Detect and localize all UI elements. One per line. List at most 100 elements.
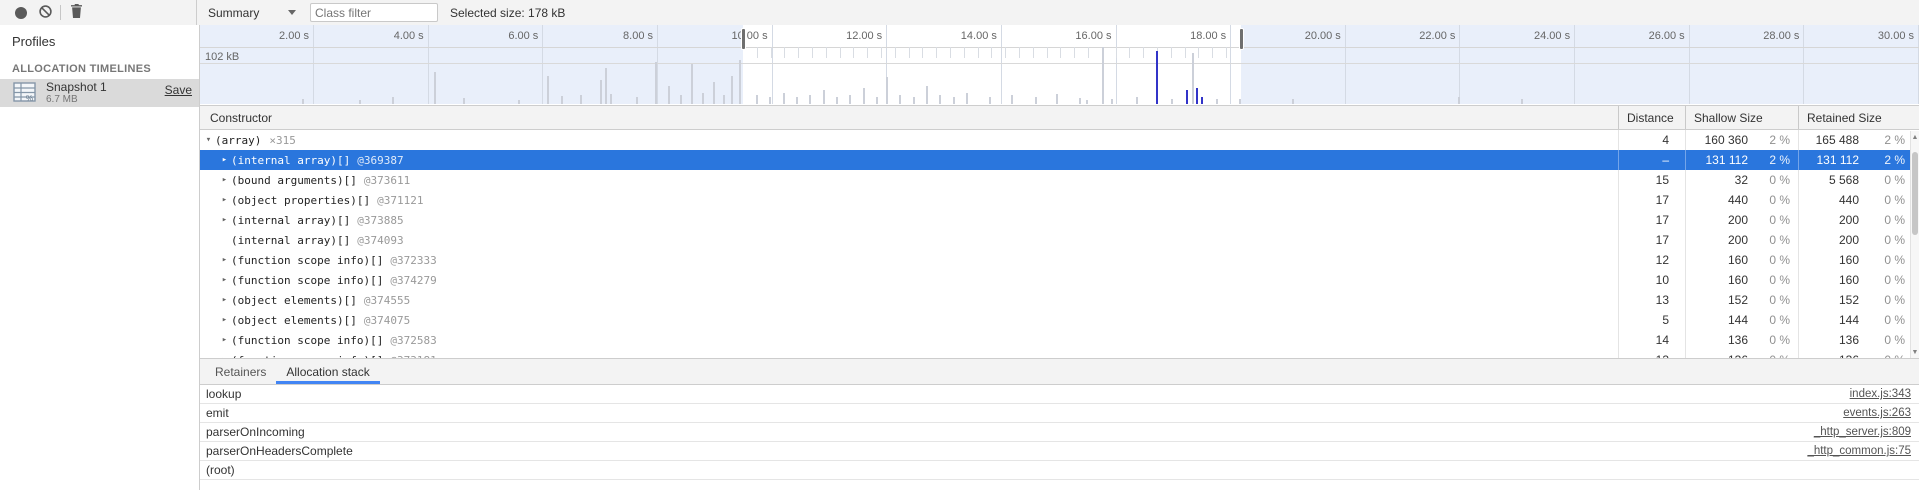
object-id: @374093 [357,234,403,247]
scrollbar-thumb[interactable] [1912,152,1918,235]
allocation-bar [1156,51,1158,104]
allocation-bar [913,97,915,104]
collapsed-arrow-icon[interactable]: ▸ [218,315,231,325]
retained-size-value: 5 568 [1799,173,1859,187]
column-header-retained-size[interactable]: Retained Size [1798,106,1919,129]
constructor-row[interactable]: ▾(array)×3154160 3602 %165 4882 % [200,130,1919,150]
shallow-size-value: 200 [1686,233,1748,247]
stack-frame-function: lookup [200,387,1850,401]
distance-cell: 13 [1618,290,1685,310]
constructor-row[interactable]: ▸(function scope info)[]@372333121600 %1… [200,250,1919,270]
constructor-cell: ▸(internal array)[]@369387 [200,154,1618,167]
scroll-down-icon[interactable]: ▼ [1911,349,1919,356]
collapsed-arrow-icon[interactable]: ▸ [218,255,231,265]
allocation-bar [1035,97,1037,104]
shallow-size-percent: 0 % [1748,173,1798,187]
retained-size-value: 200 [1799,213,1859,227]
column-header-constructor[interactable]: Constructor [200,106,1618,129]
shallow-size-value: 131 112 [1686,153,1748,167]
ruler-tick [1185,47,1186,58]
constructor-row[interactable]: ▸(bound arguments)[]@37361115320 %5 5680… [200,170,1919,190]
constructor-row[interactable]: (internal array)[]@374093172000 %2000 % [200,230,1919,250]
constructor-cell: ▾(array)×315 [200,134,1618,147]
timeline-gridline [1345,25,1346,104]
timeline-gridline [1116,25,1117,104]
distance-cell: 4 [1618,130,1685,150]
constructor-row[interactable]: ▸(function scope info)[]@373181131360 %1… [200,350,1919,358]
ruler-tick [950,47,951,58]
ruler-label: 14.00 s [929,30,997,42]
allocation-bar [1196,88,1198,104]
expanded-arrow-icon[interactable]: ▾ [202,135,215,145]
constructor-row[interactable]: ▸(function scope info)[]@372583141360 %1… [200,330,1919,350]
ruler-tick [867,47,868,58]
collapsed-arrow-icon[interactable]: ▸ [218,155,231,165]
trash-icon [70,4,83,21]
delete-profile-button[interactable] [64,1,88,25]
ruler-tick [895,47,896,58]
allocation-timeline-overview[interactable]: 2.00 s4.00 s6.00 s8.00 s10.00 s12.00 s14… [200,25,1919,105]
constructor-row[interactable]: ▸(object elements)[]@374555131520 %1520 … [200,290,1919,310]
svg-text:%: % [26,94,33,102]
snapshot-item[interactable]: % Snapshot 1 6.7 MB Save [0,79,199,107]
grid-scrollbar[interactable]: ▲ ▼ [1910,131,1919,358]
row-indent [200,220,218,221]
clear-button[interactable] [33,1,57,25]
tab-allocation-stack[interactable]: Allocation stack [276,359,379,384]
object-id: @373885 [357,214,403,227]
ruler-tick [798,47,799,58]
ruler-tick [1005,47,1006,58]
collapsed-arrow-icon[interactable]: ▸ [218,215,231,225]
constructor-row[interactable]: ▸(object properties)[]@371121174400 %440… [200,190,1919,210]
stack-frame-source-link[interactable]: _http_common.js:75 [1807,445,1919,457]
ruler-tick [1116,47,1117,58]
allocation-bar [636,97,638,104]
selection-left-handle[interactable] [741,28,746,50]
perspective-select[interactable]: Summary [197,0,304,25]
ruler-tick [1212,47,1213,58]
sidebar-title: Profiles [0,25,199,49]
allocation-bar [605,68,607,104]
constructor-row[interactable]: ▸(internal array)[]@369387–131 1122 %131… [200,150,1919,170]
tab-retainers[interactable]: Retainers [205,359,276,384]
collapsed-arrow-icon[interactable]: ▸ [218,335,231,345]
shallow-size-percent: 0 % [1748,213,1798,227]
snapshot-save-link[interactable]: Save [165,83,192,97]
constructor-row[interactable]: ▸(internal array)[]@373885172000 %2000 % [200,210,1919,230]
record-icon [15,7,27,19]
ruler-label: 26.00 s [1617,30,1685,42]
retained-size-value: 440 [1799,193,1859,207]
collapsed-arrow-icon[interactable]: ▸ [218,175,231,185]
distance-cell: 14 [1618,330,1685,350]
allocation-bar [783,93,785,104]
ruler-tick [978,47,979,58]
class-filter-input[interactable] [310,3,438,22]
object-id: @372583 [390,334,436,347]
stack-frame-source-link[interactable]: index.js:343 [1850,388,1919,400]
allocation-bar [463,98,465,104]
retained-size-cell: 1360 % [1798,350,1919,358]
allocation-bar [561,96,563,104]
shallow-size-cell: 1440 % [1685,310,1798,330]
object-id: @372333 [390,254,436,267]
stack-frame-source-link[interactable]: _http_server.js:809 [1814,426,1919,438]
scroll-up-icon[interactable]: ▲ [1911,134,1919,141]
stack-frame-source-link[interactable]: events.js:263 [1843,407,1919,419]
ruler-label: 22.00 s [1387,30,1455,42]
collapsed-arrow-icon[interactable]: ▸ [218,295,231,305]
constructor-row[interactable]: ▸(object elements)[]@37407551440 %1440 % [200,310,1919,330]
allocation-bar [1111,99,1113,104]
constructor-row[interactable]: ▸(function scope info)[]@374279101600 %1… [200,270,1919,290]
column-header-shallow-size[interactable]: Shallow Size [1685,106,1798,129]
row-indent [200,260,218,261]
record-button[interactable] [9,1,33,25]
column-header-distance[interactable]: Distance [1618,106,1685,129]
ruler-tick [1088,47,1089,58]
constructor-cell: ▸(function scope info)[]@372583 [200,334,1618,347]
collapsed-arrow-icon[interactable]: ▸ [218,275,231,285]
selection-right-handle[interactable] [1239,28,1244,50]
retained-size-value: 160 [1799,273,1859,287]
allocation-bar [434,72,436,104]
collapsed-arrow-icon[interactable]: ▸ [218,195,231,205]
row-indent [200,280,218,281]
